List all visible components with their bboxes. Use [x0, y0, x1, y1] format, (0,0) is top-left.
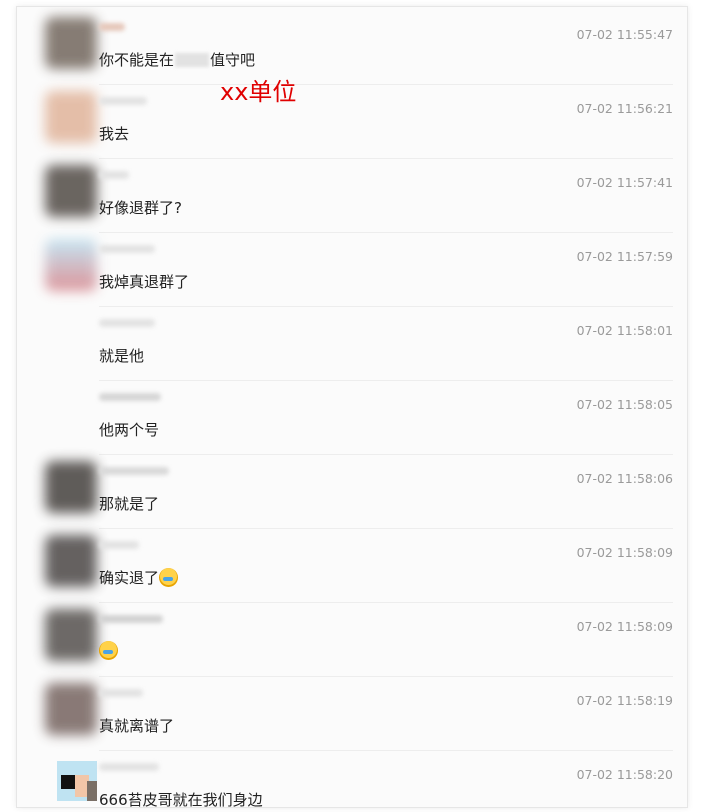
message-text: 你不能是在 值守吧 — [99, 51, 256, 69]
avatar[interactable] — [57, 761, 97, 801]
facepalm-emoji-icon — [99, 641, 118, 660]
sender-name-redacted — [99, 763, 159, 771]
message-item[interactable]: 你不能是在 值守吧 07-02 11:55:47 — [17, 11, 687, 85]
avatar[interactable] — [45, 91, 97, 143]
sender-name-redacted — [99, 171, 129, 179]
message-text — [99, 641, 118, 660]
avatar[interactable] — [45, 683, 97, 735]
chat-history-panel: 你不能是在 值守吧 07-02 11:55:47 我去 07-02 11:56:2… — [16, 6, 688, 808]
message-item[interactable]: 我焯真退群了 07-02 11:57:59 — [17, 233, 687, 307]
message-timestamp: 07-02 11:58:06 — [576, 471, 673, 486]
sender-name-redacted — [99, 393, 161, 401]
sender-name-redacted — [99, 467, 169, 475]
redaction-mark — [175, 53, 210, 67]
message-timestamp: 07-02 11:58:20 — [576, 767, 673, 782]
sender-name-redacted — [99, 541, 139, 549]
facepalm-emoji-icon — [159, 568, 179, 587]
message-timestamp: 07-02 11:56:21 — [576, 101, 673, 116]
message-text: 真就离谱了 — [99, 717, 175, 735]
message-text: 他两个号 — [99, 421, 160, 439]
avatar[interactable] — [45, 609, 97, 661]
avatar[interactable] — [45, 165, 97, 217]
message-timestamp: 07-02 11:58:09 — [576, 619, 673, 634]
message-item[interactable]: 我去 07-02 11:56:21 — [17, 85, 687, 159]
message-text: 666苔皮哥就在我们身边 — [99, 791, 263, 808]
avatar[interactable] — [45, 239, 97, 291]
message-text: 我去 — [99, 125, 130, 143]
message-timestamp: 07-02 11:57:41 — [576, 175, 673, 190]
message-text: 那就是了 — [99, 495, 160, 513]
message-timestamp: 07-02 11:58:05 — [576, 397, 673, 412]
avatar[interactable] — [45, 461, 97, 513]
message-item[interactable]: 真就离谱了 07-02 11:58:19 — [17, 677, 687, 751]
avatar[interactable] — [45, 17, 97, 69]
message-timestamp: 07-02 11:58:09 — [576, 545, 673, 560]
message-timestamp: 07-02 11:55:47 — [576, 27, 673, 42]
avatar[interactable] — [45, 535, 97, 587]
message-text: 确实退了 — [99, 567, 179, 588]
message-text: 就是他 — [99, 347, 145, 365]
sender-name-redacted — [99, 689, 143, 697]
message-text: 好像退群了? — [99, 199, 182, 217]
message-item[interactable]: 他两个号 07-02 11:58:05 — [17, 381, 687, 455]
message-item[interactable]: 就是他 07-02 11:58:01 — [17, 307, 687, 381]
sender-name-redacted — [99, 245, 155, 253]
message-item[interactable]: 确实退了 07-02 11:58:09 — [17, 529, 687, 603]
sender-name-redacted — [99, 615, 163, 623]
red-annotation-label: xx单位 — [220, 78, 297, 106]
message-timestamp: 07-02 11:58:19 — [576, 693, 673, 708]
sender-name-redacted — [99, 97, 147, 105]
message-timestamp: 07-02 11:57:59 — [576, 249, 673, 264]
message-timestamp: 07-02 11:58:01 — [576, 323, 673, 338]
message-item[interactable]: 07-02 11:58:09 — [17, 603, 687, 677]
sender-name-redacted — [99, 319, 155, 327]
sender-name-redacted — [99, 23, 125, 31]
message-item[interactable]: 666苔皮哥就在我们身边 07-02 11:58:20 — [17, 751, 687, 808]
message-text: 我焯真退群了 — [99, 273, 190, 291]
message-item[interactable]: 那就是了 07-02 11:58:06 — [17, 455, 687, 529]
message-item[interactable]: 好像退群了? 07-02 11:57:41 — [17, 159, 687, 233]
